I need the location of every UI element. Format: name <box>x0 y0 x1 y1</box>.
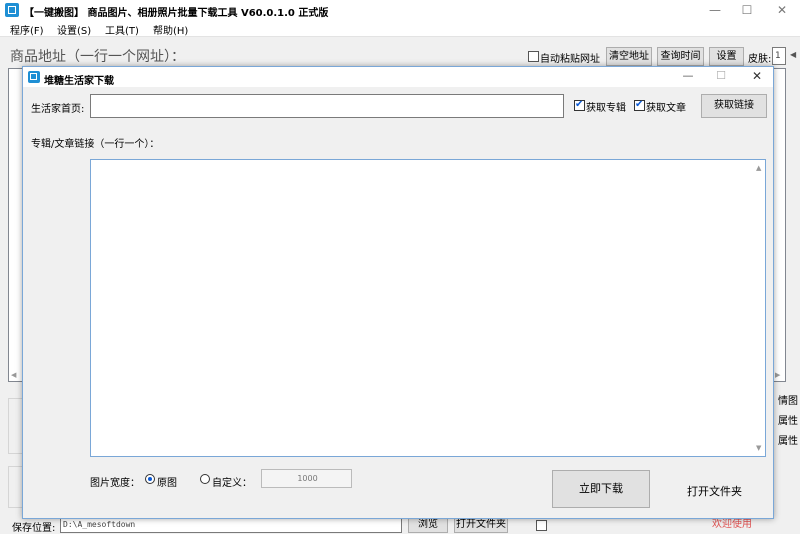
get-albums-checkbox[interactable] <box>574 99 585 111</box>
fragment-detail-image: 情图 <box>778 396 798 407</box>
dialog-close-icon[interactable]: ✕ <box>742 69 772 83</box>
dialog-title: 堆糖生活家下载 <box>44 76 114 87</box>
dialog-minimize-icon[interactable]: — <box>673 69 703 82</box>
menu-program[interactable]: 程序(F) <box>10 22 44 37</box>
menu-help[interactable]: 帮助(H) <box>153 22 188 37</box>
home-url-input[interactable] <box>90 94 564 118</box>
menu-tools[interactable]: 工具(T) <box>105 22 139 37</box>
skin-label: 皮肤: <box>748 54 772 65</box>
get-articles-label: 获取文章 <box>646 103 686 114</box>
links-scroll-down-icon[interactable]: ▼ <box>756 444 761 452</box>
auto-paste-checkbox[interactable] <box>528 51 539 62</box>
original-size-radio[interactable] <box>145 474 155 484</box>
query-time-button[interactable]: 查询时间 <box>657 47 704 66</box>
app-icon <box>5 3 19 17</box>
minimize-icon[interactable]: — <box>699 0 731 20</box>
scroll-left-arrow-icon[interactable]: ◀ <box>11 371 16 379</box>
home-url-label: 生活家首页: <box>31 104 85 115</box>
save-location-label: 保存位置: <box>12 523 56 534</box>
fragment-attribute-2: 属性 <box>778 436 798 447</box>
clear-address-button[interactable]: 清空地址 <box>606 47 652 66</box>
duitang-download-dialog: 堆糖生活家下载 — ☐ ✕ 生活家首页: 获取专辑 获取文章 获取链接 专辑/文… <box>22 66 774 519</box>
get-articles-checkbox[interactable] <box>634 99 645 111</box>
window-title: 【一键搬图】 商品图片、相册照片批量下载工具 V60.0.1.0 正式版 <box>24 8 329 19</box>
maximize-icon[interactable]: ☐ <box>731 0 763 20</box>
scroll-right-icon[interactable]: ◀ <box>790 50 796 59</box>
custom-width-input[interactable]: 1000 <box>261 469 352 488</box>
custom-size-label: 自定义： <box>212 478 252 489</box>
open-folder-link[interactable]: 打开文件夹 <box>687 483 742 499</box>
scroll-right-arrow-icon[interactable]: ▶ <box>775 371 780 379</box>
bottom-option-checkbox[interactable] <box>536 520 547 531</box>
links-scroll-up-icon[interactable]: ▲ <box>756 164 761 172</box>
fragment-attribute-1: 属性 <box>778 416 798 427</box>
original-size-label: 原图 <box>157 478 177 489</box>
links-textarea[interactable] <box>90 159 766 457</box>
skin-input[interactable]: 1 <box>772 47 786 65</box>
close-icon[interactable]: ✕ <box>766 0 798 20</box>
dialog-maximize-icon[interactable]: ☐ <box>706 69 736 82</box>
image-width-label: 图片宽度： <box>90 478 140 489</box>
auto-paste-label: 自动粘贴网址 <box>540 54 600 65</box>
dialog-app-icon <box>28 71 40 83</box>
save-path-input[interactable]: D:\A_mesoftdown <box>60 518 402 533</box>
main-title-bar: 【一键搬图】 商品图片、相册照片批量下载工具 V60.0.1.0 正式版 — ☐… <box>0 0 800 20</box>
settings-button[interactable]: 设置 <box>709 47 744 66</box>
menu-bar: 程序(F) 设置(S) 工具(T) 帮助(H) <box>0 20 800 37</box>
links-label: 专辑/文章链接（一行一个）： <box>31 139 160 150</box>
custom-size-radio[interactable] <box>200 474 210 484</box>
address-label: 商品地址（一行一个网址）： <box>10 49 185 65</box>
menu-settings[interactable]: 设置(S) <box>57 22 91 37</box>
download-now-button[interactable]: 立即下载 <box>552 470 650 508</box>
dialog-title-bar: 堆糖生活家下载 — ☐ ✕ <box>23 67 773 87</box>
get-albums-label: 获取专辑 <box>586 103 626 114</box>
get-links-button[interactable]: 获取链接 <box>701 94 767 118</box>
